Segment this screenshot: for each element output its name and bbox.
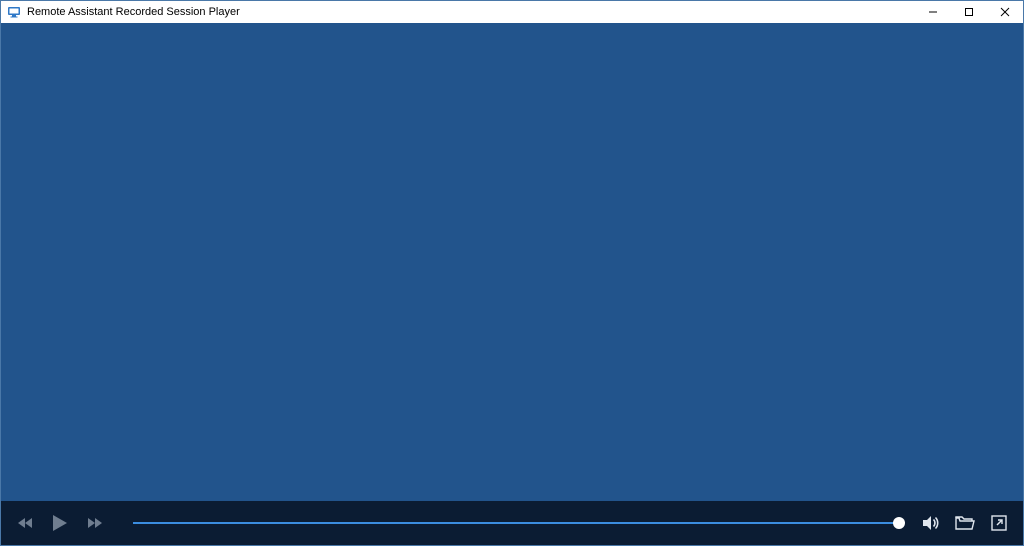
window-controls <box>915 1 1023 23</box>
video-canvas <box>1 23 1023 501</box>
content-area <box>1 23 1023 545</box>
play-button[interactable] <box>49 512 71 534</box>
popout-fullscreen-button[interactable] <box>989 513 1009 533</box>
app-window: Remote Assistant Recorded Session Player <box>0 0 1024 546</box>
open-file-button[interactable] <box>955 513 975 533</box>
seek-fill <box>133 522 899 524</box>
volume-button[interactable] <box>921 513 941 533</box>
maximize-button[interactable] <box>951 1 987 23</box>
titlebar: Remote Assistant Recorded Session Player <box>1 1 1023 23</box>
right-controls <box>921 513 1009 533</box>
player-controls <box>1 501 1023 545</box>
forward-button[interactable] <box>85 513 105 533</box>
window-title: Remote Assistant Recorded Session Player <box>27 6 240 18</box>
minimize-button[interactable] <box>915 1 951 23</box>
app-icon <box>7 5 21 19</box>
close-button[interactable] <box>987 1 1023 23</box>
seek-bar[interactable] <box>133 522 899 524</box>
rewind-button[interactable] <box>15 513 35 533</box>
seek-thumb[interactable] <box>893 517 905 529</box>
